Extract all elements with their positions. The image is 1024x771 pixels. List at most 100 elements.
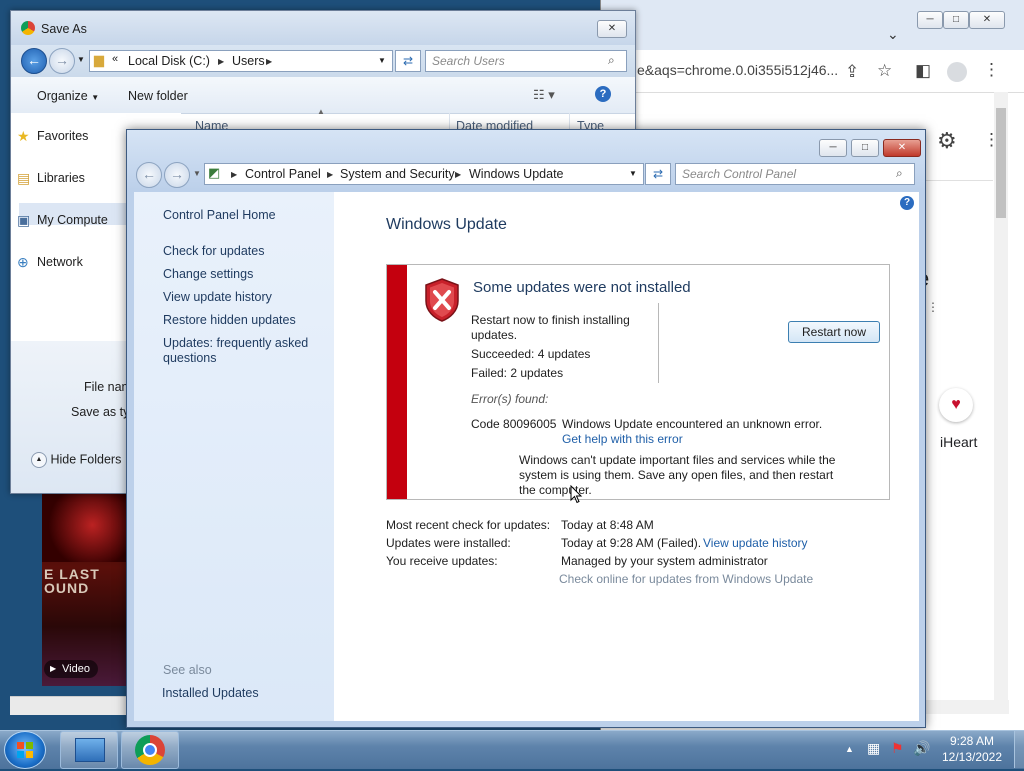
sidebar-item-favorites[interactable]: ★ Favorites <box>17 128 88 144</box>
restore-hidden-updates-link[interactable]: Restore hidden updates <box>163 313 296 327</box>
chevron-down-icon[interactable]: ⌄ <box>887 26 899 43</box>
iheart-label[interactable]: iHeart <box>940 434 977 450</box>
sidebar-item-label: My Compute <box>37 213 108 227</box>
address-dropdown-icon[interactable]: ▼ <box>629 169 637 178</box>
forward-arrow-icon[interactable]: → <box>49 48 75 74</box>
updates-faq-link[interactable]: Updates: frequently asked <box>163 336 308 350</box>
task-pane: Control Panel Home Check for updates Cha… <box>134 192 334 721</box>
show-hidden-icons-icon[interactable]: ▲ <box>845 744 854 754</box>
breadcrumb-separator-icon[interactable]: ▶ <box>327 170 333 179</box>
bookmark-star-icon[interactable]: ☆ <box>877 61 892 81</box>
sidebar-item-computer[interactable]: ▣ My Compute <box>17 212 108 228</box>
back-arrow-icon[interactable]: ← <box>136 162 162 188</box>
search-icon[interactable]: ⌕ <box>896 166 903 181</box>
taskbar-chrome-button[interactable] <box>121 731 179 769</box>
errors-found-label: Error(s) found: <box>471 392 549 406</box>
error-code: Code 80096005 <box>471 417 557 431</box>
see-also-heading: See also <box>163 663 212 677</box>
breadcrumb-windows-update[interactable]: Windows Update <box>469 167 564 181</box>
windows-update-window: ─ □ ✕ ← → ▼ ◩ ▶ Control Panel ▶ System a… <box>126 129 926 728</box>
address-dropdown-icon[interactable]: ▼ <box>378 56 386 65</box>
sidebar-item-libraries[interactable]: ▤ Libraries <box>17 170 85 186</box>
breadcrumb-separator-icon[interactable]: ▶ <box>231 170 237 179</box>
chrome-logo-icon <box>135 735 165 765</box>
close-button[interactable]: ✕ <box>883 139 921 157</box>
file-name-label: File nam <box>84 380 132 394</box>
volume-icon[interactable]: 🔊 <box>913 740 930 757</box>
installed-updates-link[interactable]: Installed Updates <box>162 686 259 700</box>
forward-arrow-icon[interactable]: → <box>164 162 190 188</box>
restart-now-button[interactable]: Restart now <box>788 321 880 343</box>
change-settings-link[interactable]: Change settings <box>163 267 253 281</box>
error-message: Windows Update encountered an unknown er… <box>562 417 823 431</box>
close-button[interactable]: ✕ <box>597 20 627 38</box>
overflow-chevron-icon[interactable]: « <box>112 53 118 65</box>
chrome-maximize-button[interactable]: □ <box>943 11 969 29</box>
taskbar-clock[interactable]: 9:28 AM 12/13/2022 <box>930 733 1014 765</box>
chrome-scrollbar-thumb[interactable] <box>996 108 1006 218</box>
computer-icon: ▣ <box>17 212 31 228</box>
chrome-close-button[interactable]: ✕ <box>969 11 1005 29</box>
address-bar[interactable]: ▆ « Local Disk (C:) ▶ Users ▶ ▼ <box>89 50 393 72</box>
separator <box>658 303 659 383</box>
maximize-button[interactable]: □ <box>851 139 879 157</box>
share-icon[interactable]: ⇪ <box>845 62 859 82</box>
network-tray-icon[interactable]: ▦ <box>867 740 880 757</box>
breadcrumb-separator-icon[interactable]: ▶ <box>266 57 272 66</box>
view-update-history-link[interactable]: View update history <box>163 290 272 304</box>
settings-gear-icon[interactable]: ⚙ <box>937 128 957 154</box>
address-bar[interactable]: ◩ ▶ Control Panel ▶ System and Security … <box>204 163 644 185</box>
profile-avatar-icon[interactable] <box>947 62 967 82</box>
minimize-button[interactable]: ─ <box>819 139 847 157</box>
updates-faq-link-line2[interactable]: questions <box>163 351 217 365</box>
mouse-cursor-icon <box>570 485 583 504</box>
organize-button[interactable]: Organize ▼ <box>37 89 99 103</box>
hide-folders-button[interactable]: ▲ Hide Folders <box>31 452 121 468</box>
help-icon[interactable]: ? <box>595 86 611 102</box>
breadcrumb-system-security[interactable]: System and Security <box>340 167 455 181</box>
receive-updates-label: You receive updates: <box>386 554 498 568</box>
menu-dots-icon[interactable]: ⋮ <box>983 60 1000 80</box>
breadcrumb-separator-icon[interactable]: ▶ <box>218 57 224 66</box>
show-desktop-button[interactable] <box>1014 731 1024 768</box>
recent-pages-icon[interactable]: ▼ <box>193 169 201 178</box>
action-center-flag-icon[interactable]: ⚑ <box>891 740 904 757</box>
libraries-icon: ▤ <box>17 170 31 186</box>
get-help-link[interactable]: Get help with this error <box>562 432 683 446</box>
chevron-down-icon[interactable]: ▼ <box>77 55 85 64</box>
start-button[interactable] <box>4 731 46 769</box>
chrome-url-text[interactable]: e&aqs=chrome.0.0i355i512j46... <box>637 62 838 78</box>
refresh-icon[interactable]: ⇄ <box>645 163 671 185</box>
video-badge: ▶ Video <box>44 660 98 678</box>
refresh-icon[interactable]: ⇄ <box>395 50 421 72</box>
view-update-history-link[interactable]: View update history <box>703 536 808 550</box>
page-hscrollbar[interactable] <box>10 696 126 715</box>
search-control-panel-input[interactable]: Search Control Panel ⌕ <box>675 163 915 185</box>
control-panel-home-link[interactable]: Control Panel Home <box>163 208 276 222</box>
taskbar-control-panel-button[interactable] <box>60 731 118 769</box>
sort-arrow-icon: ▲ <box>317 107 325 116</box>
video-badge-label: Video <box>62 663 90 675</box>
new-folder-button[interactable]: New folder <box>128 89 188 103</box>
check-for-updates-link[interactable]: Check for updates <box>163 244 264 258</box>
breadcrumb-separator-icon[interactable]: ▶ <box>455 170 461 179</box>
view-options-icon[interactable]: ☷ ▾ <box>533 87 555 103</box>
succeeded-count: Succeeded: 4 updates <box>471 347 591 361</box>
breadcrumb-local-disk[interactable]: Local Disk (C:) <box>128 54 210 68</box>
breadcrumb-users[interactable]: Users <box>232 54 265 68</box>
search-users-input[interactable]: Search Users ⌕ <box>425 50 627 72</box>
side-panel-icon[interactable]: ◧ <box>915 61 931 81</box>
sidebar-item-label: Libraries <box>37 171 85 185</box>
more-dots-icon[interactable]: ⋮ <box>927 300 939 314</box>
search-icon[interactable]: ⌕ <box>608 53 615 68</box>
hide-folders-label: Hide Folders <box>50 452 122 467</box>
help-icon[interactable]: ? <box>900 196 914 210</box>
iheart-icon[interactable]: ♥ <box>939 388 973 422</box>
control-panel-icon <box>75 738 105 762</box>
back-arrow-icon[interactable]: ← <box>21 48 47 74</box>
breadcrumb-control-panel[interactable]: Control Panel <box>245 167 321 181</box>
chrome-minimize-button[interactable]: ─ <box>917 11 943 29</box>
video-thumbnail[interactable]: E LAST OUND ▶ Video <box>42 488 126 686</box>
clock-time: 9:28 AM <box>949 734 995 748</box>
sidebar-item-network[interactable]: ⊕ Network <box>17 254 83 270</box>
